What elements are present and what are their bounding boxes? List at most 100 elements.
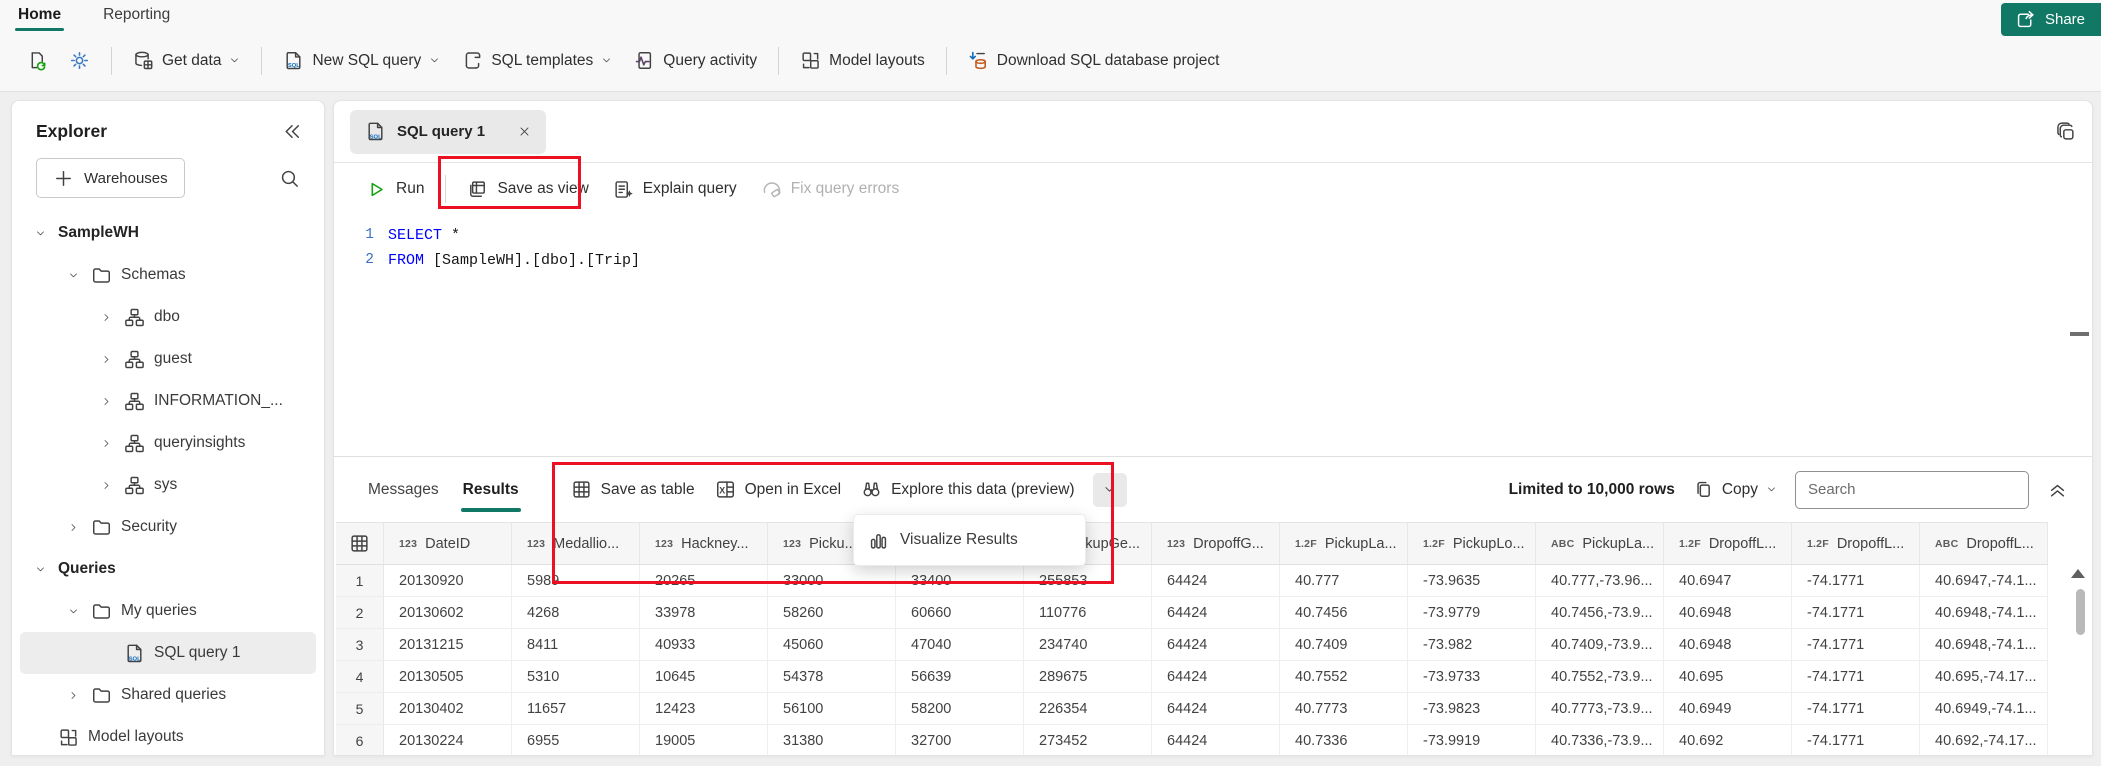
table-cell[interactable]: 289675	[1024, 661, 1152, 692]
table-cell[interactable]: 64424	[1152, 725, 1280, 755]
table-cell[interactable]: 226354	[1024, 693, 1152, 724]
table-cell[interactable]: 273452	[1024, 725, 1152, 755]
tree-item-sys[interactable]: sys	[20, 464, 316, 506]
table-cell[interactable]: -74.1771	[1792, 629, 1920, 660]
collapse-explorer-icon[interactable]	[281, 121, 302, 142]
table-cell[interactable]: 40.7773	[1280, 693, 1408, 724]
editor-scrollbar-thumb[interactable]	[2070, 332, 2089, 336]
tree-item-samplewh[interactable]: SampleWH	[20, 212, 316, 254]
tab-reporting[interactable]: Reporting	[99, 3, 174, 27]
tree-item-queries[interactable]: Queries	[20, 548, 316, 590]
table-cell[interactable]: 40.7336,-73.9...	[1536, 725, 1664, 755]
table-cell[interactable]: 40.6949,-74.1...	[1920, 693, 2048, 724]
table-cell[interactable]: 47040	[896, 629, 1024, 660]
tree-item-model-layouts[interactable]: Model layouts	[20, 716, 316, 758]
open-in-excel-button[interactable]: X Open in Excel	[705, 471, 852, 508]
row-number[interactable]: 3	[336, 629, 384, 660]
table-cell[interactable]: 20130224	[384, 725, 512, 755]
table-cell[interactable]: 40.6948,-74.1...	[1920, 629, 2048, 660]
grid-column-header-3[interactable]: 123 Hackney...	[640, 523, 768, 564]
table-cell[interactable]: 234740	[1024, 629, 1152, 660]
table-cell[interactable]: 40.6947,-74.1...	[1920, 565, 2048, 596]
table-cell[interactable]: 64424	[1152, 597, 1280, 628]
table-cell[interactable]: 58260	[768, 597, 896, 628]
table-cell[interactable]: 58200	[896, 693, 1024, 724]
sql-templates-button[interactable]: SQL templates	[452, 42, 622, 79]
tree-item-schemas[interactable]: Schemas	[20, 254, 316, 296]
tab-messages[interactable]: Messages	[356, 457, 451, 522]
table-cell[interactable]: -74.1771	[1792, 725, 1920, 755]
row-number[interactable]: 4	[336, 661, 384, 692]
explorer-search-icon[interactable]	[279, 168, 300, 189]
table-cell[interactable]: 40.7552	[1280, 661, 1408, 692]
chevron-right-icon[interactable]	[97, 438, 115, 449]
chevron-down-icon[interactable]	[64, 606, 82, 617]
table-cell[interactable]: 20131215	[384, 629, 512, 660]
table-cell[interactable]: 56639	[896, 661, 1024, 692]
grid-column-header-9[interactable]: 1.2F PickupLo...	[1408, 523, 1536, 564]
copy-stack-icon[interactable]	[2055, 121, 2076, 142]
table-cell[interactable]: 64424	[1152, 629, 1280, 660]
grid-column-header-11[interactable]: 1.2F DropoffL...	[1664, 523, 1792, 564]
explain-query-button[interactable]: Explain query	[601, 171, 749, 208]
table-cell[interactable]: -73.9919	[1408, 725, 1536, 755]
table-cell[interactable]: 11657	[512, 693, 640, 724]
chevron-down-icon[interactable]	[31, 228, 49, 239]
table-cell[interactable]: 19005	[640, 725, 768, 755]
table-cell[interactable]: -74.1771	[1792, 693, 1920, 724]
tree-item-guest[interactable]: guest	[20, 338, 316, 380]
table-cell[interactable]: 40.7456	[1280, 597, 1408, 628]
table-cell[interactable]: 8411	[512, 629, 640, 660]
close-tab-icon[interactable]	[518, 125, 531, 138]
table-cell[interactable]: 40.695	[1664, 661, 1792, 692]
copy-button[interactable]: Copy	[1693, 479, 1777, 500]
table-cell[interactable]: 56100	[768, 693, 896, 724]
table-cell[interactable]: 33000	[768, 565, 896, 596]
tree-item-queryinsights[interactable]: queryinsights	[20, 422, 316, 464]
sql-editor[interactable]: 12 SELECT * FROM [SampleWH].[dbo].[Trip]	[334, 215, 2092, 456]
table-cell[interactable]: 40.7456,-73.9...	[1536, 597, 1664, 628]
row-number[interactable]: 2	[336, 597, 384, 628]
get-data-button[interactable]: Get data	[123, 42, 250, 79]
table-cell[interactable]: 60660	[896, 597, 1024, 628]
tree-item-dbo[interactable]: dbo	[20, 296, 316, 338]
table-cell[interactable]: 40933	[640, 629, 768, 660]
grid-column-header-7[interactable]: 123 DropoffG...	[1152, 523, 1280, 564]
tree-item-security[interactable]: Security	[20, 506, 316, 548]
chevron-down-icon[interactable]	[64, 270, 82, 281]
table-cell[interactable]: 40.7409,-73.9...	[1536, 629, 1664, 660]
table-cell[interactable]: 110776	[1024, 597, 1152, 628]
add-warehouses-button[interactable]: Warehouses	[36, 158, 185, 198]
table-cell[interactable]: 5310	[512, 661, 640, 692]
tree-item-shared-queries[interactable]: Shared queries	[20, 674, 316, 716]
tab-results[interactable]: Results	[451, 457, 531, 522]
table-cell[interactable]: 20130602	[384, 597, 512, 628]
table-cell[interactable]: 40.6948	[1664, 597, 1792, 628]
table-cell[interactable]: 33978	[640, 597, 768, 628]
table-cell[interactable]: -73.9823	[1408, 693, 1536, 724]
search-input[interactable]	[1795, 470, 2029, 509]
table-cell[interactable]: 40.695,-74.17...	[1920, 661, 2048, 692]
table-cell[interactable]: 33400	[896, 565, 1024, 596]
settings-button[interactable]	[59, 42, 100, 79]
row-number[interactable]: 6	[336, 725, 384, 755]
query-tab[interactable]: SQL SQL query 1	[350, 109, 547, 154]
grid-column-header-12[interactable]: 1.2F DropoffL...	[1792, 523, 1920, 564]
table-cell[interactable]: 20130402	[384, 693, 512, 724]
grid-scrollbar-thumb[interactable]	[2076, 589, 2085, 635]
chevron-right-icon[interactable]	[64, 690, 82, 701]
chevron-down-icon[interactable]	[31, 564, 49, 575]
table-cell[interactable]: 40.777	[1280, 565, 1408, 596]
tree-item-my-queries[interactable]: My queries	[20, 590, 316, 632]
model-layouts-button[interactable]: Model layouts	[790, 42, 935, 79]
visualize-results-menuitem[interactable]: Visualize Results	[854, 530, 1085, 551]
table-cell[interactable]: 40.692	[1664, 725, 1792, 755]
fix-query-errors-button[interactable]: Fix query errors	[749, 171, 912, 208]
table-cell[interactable]: -73.9635	[1408, 565, 1536, 596]
chevron-right-icon[interactable]	[97, 480, 115, 491]
grid-column-header-8[interactable]: 1.2F PickupLa...	[1280, 523, 1408, 564]
table-cell[interactable]: 40.777,-73.96...	[1536, 565, 1664, 596]
row-number[interactable]: 5	[336, 693, 384, 724]
table-cell[interactable]: 64424	[1152, 565, 1280, 596]
table-cell[interactable]: 40.6947	[1664, 565, 1792, 596]
